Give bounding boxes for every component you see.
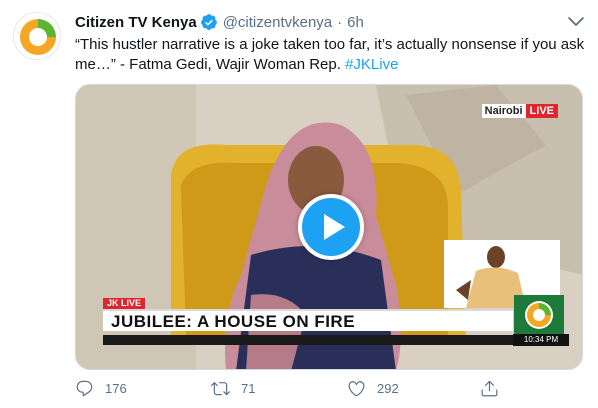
like-button[interactable]: 292 — [347, 376, 399, 400]
location-label: Nairobi — [481, 104, 526, 118]
reply-count: 176 — [105, 380, 127, 396]
retweet-button[interactable]: 71 — [211, 376, 255, 400]
reply-button[interactable]: 176 — [75, 376, 127, 400]
reply-icon — [76, 380, 93, 396]
live-label: LIVE — [525, 104, 558, 118]
tweet-actions: 176 71 292 — [75, 376, 515, 400]
share-icon — [481, 380, 498, 396]
avatar[interactable] — [13, 12, 61, 60]
separator-dot: · — [337, 13, 343, 31]
citizen-logo-icon — [14, 13, 60, 59]
play-icon — [324, 214, 345, 240]
tweet[interactable]: Citizen TV Kenya @citizentvkenya · 6h “T… — [0, 0, 598, 408]
video-player[interactable]: Nairobi LIVE JK LIVE JUBILEE: A HOUSE ON… — [75, 84, 583, 370]
hashtag-link[interactable]: #JKLive — [345, 56, 398, 73]
tweet-text: “This hustler narrative is a joke taken … — [75, 35, 585, 75]
chevron-down-icon[interactable] — [565, 10, 587, 32]
news-ticker — [103, 335, 513, 345]
verified-badge-icon — [200, 13, 218, 31]
display-name[interactable]: Citizen TV Kenya — [75, 14, 197, 31]
tweet-header: Citizen TV Kenya @citizentvkenya · 6h — [75, 12, 364, 32]
news-headline: JUBILEE: A HOUSE ON FIRE — [103, 309, 513, 331]
timestamp[interactable]: 6h — [347, 14, 364, 31]
retweet-icon — [211, 381, 230, 395]
like-count: 292 — [377, 380, 399, 396]
location-live-bug: Nairobi LIVE — [481, 103, 558, 119]
share-button[interactable] — [480, 376, 499, 400]
heart-icon — [348, 380, 365, 396]
tweet-body: “This hustler narrative is a joke taken … — [75, 36, 585, 73]
show-tag: JK LIVE — [103, 298, 146, 309]
handle[interactable]: @citizentvkenya — [223, 14, 332, 31]
retweet-count: 71 — [241, 380, 256, 396]
broadcast-clock: 10:34 PM — [513, 334, 569, 346]
play-button[interactable] — [298, 194, 364, 260]
